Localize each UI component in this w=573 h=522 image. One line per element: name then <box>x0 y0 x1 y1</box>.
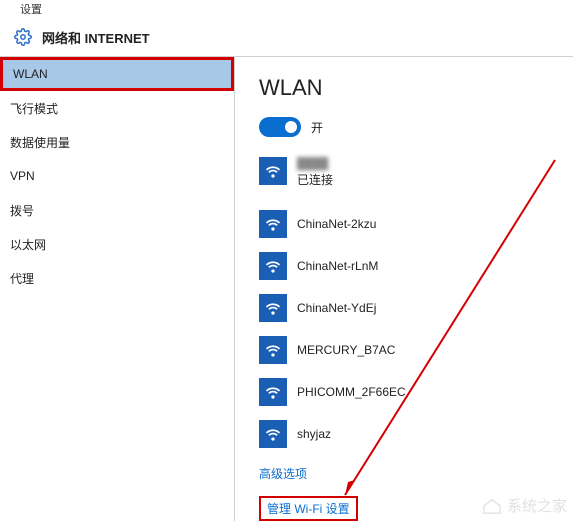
network-list: ████ 已连接 ChinaNet-2kzu ChinaNet-rLnM Chi… <box>259 155 563 455</box>
window-topbar: 设置 <box>0 0 573 18</box>
network-ssid-hidden: ████ <box>297 157 333 172</box>
back-label[interactable]: 设置 <box>20 1 42 17</box>
manage-wifi-link[interactable]: 管理 Wi-Fi 设置 <box>259 496 358 521</box>
sidebar-item-label: 拨号 <box>10 202 34 219</box>
pane-title: WLAN <box>259 75 563 101</box>
network-item[interactable]: PHICOMM_2F66EC <box>259 371 563 413</box>
sidebar-item-dialup[interactable]: 拨号 <box>0 193 234 227</box>
sidebar-item-label: 代理 <box>10 270 34 287</box>
content-pane: WLAN 开 ████ 已连接 ChinaNet-2kzu Ch <box>235 57 573 521</box>
network-item[interactable]: ChinaNet-YdEj <box>259 287 563 329</box>
network-ssid: shyjaz <box>297 426 331 443</box>
wifi-icon <box>259 294 287 322</box>
network-ssid: ChinaNet-YdEj <box>297 300 376 317</box>
wifi-icon <box>259 420 287 448</box>
sidebar-item-label: 以太网 <box>10 236 46 253</box>
network-ssid: ChinaNet-2kzu <box>297 216 376 233</box>
sidebar-item-label: WLAN <box>13 67 48 81</box>
sidebar: WLAN 飞行模式 数据使用量 VPN 拨号 以太网 代理 <box>0 57 235 521</box>
network-ssid: MERCURY_B7AC <box>297 342 395 359</box>
sidebar-item-proxy[interactable]: 代理 <box>0 261 234 295</box>
header-title: 网络和 INTERNET <box>42 28 150 47</box>
sidebar-item-vpn[interactable]: VPN <box>0 159 234 193</box>
wifi-icon <box>259 157 287 185</box>
advanced-options-link[interactable]: 高级选项 <box>259 465 563 482</box>
network-item[interactable]: ChinaNet-rLnM <box>259 245 563 287</box>
links-section: 高级选项 管理 Wi-Fi 设置 <box>259 465 563 521</box>
wlan-toggle-row: 开 <box>259 117 563 137</box>
gear-icon <box>14 28 32 46</box>
sidebar-item-airplane[interactable]: 飞行模式 <box>0 91 234 125</box>
sidebar-item-label: 数据使用量 <box>10 134 70 151</box>
wifi-icon <box>259 336 287 364</box>
page-header: 网络和 INTERNET <box>0 18 573 56</box>
network-ssid: ChinaNet-rLnM <box>297 258 378 275</box>
network-status: 已连接 <box>297 172 333 189</box>
network-item-connected[interactable]: ████ 已连接 <box>259 155 563 203</box>
wlan-toggle[interactable] <box>259 117 301 137</box>
wlan-toggle-label: 开 <box>311 119 323 136</box>
wifi-icon <box>259 210 287 238</box>
network-ssid: PHICOMM_2F66EC <box>297 384 406 401</box>
sidebar-item-data-usage[interactable]: 数据使用量 <box>0 125 234 159</box>
network-item[interactable]: ChinaNet-2kzu <box>259 203 563 245</box>
wifi-icon <box>259 252 287 280</box>
sidebar-item-label: 飞行模式 <box>10 100 58 117</box>
network-item[interactable]: shyjaz <box>259 413 563 455</box>
wifi-icon <box>259 378 287 406</box>
network-item[interactable]: MERCURY_B7AC <box>259 329 563 371</box>
sidebar-item-ethernet[interactable]: 以太网 <box>0 227 234 261</box>
sidebar-item-label: VPN <box>10 169 35 183</box>
sidebar-item-wlan[interactable]: WLAN <box>0 57 234 91</box>
